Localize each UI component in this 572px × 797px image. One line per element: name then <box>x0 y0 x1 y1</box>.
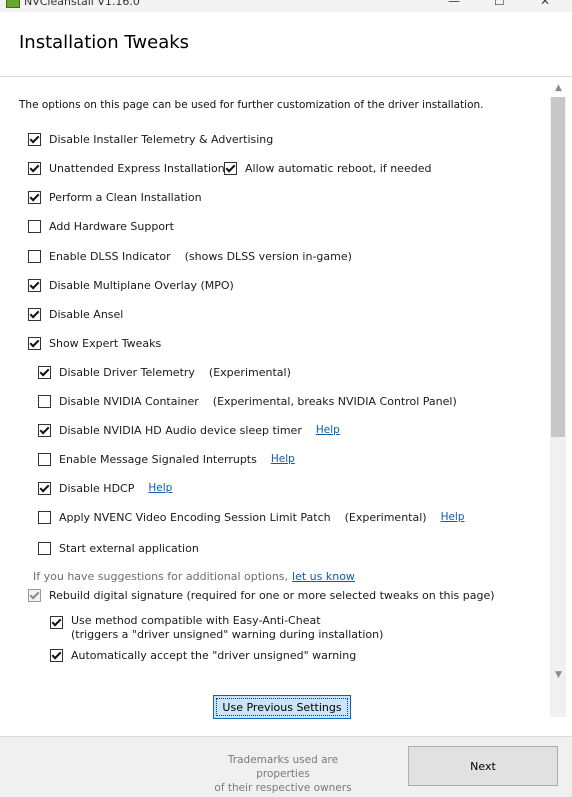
option-disable-mpo[interactable]: Disable Multiplane Overlay (MPO) <box>28 277 234 293</box>
option-label: Disable NVIDIA HD Audio device sleep tim… <box>59 423 302 437</box>
help-link[interactable]: Help <box>271 453 295 465</box>
checkbox[interactable] <box>28 219 41 233</box>
suggestion-line: If you have suggestions for additional o… <box>33 568 355 584</box>
trademark-notice: Trademarks used are properties of their … <box>200 753 366 795</box>
option-label: Allow automatic reboot, if needed <box>245 161 432 175</box>
use-previous-settings-button[interactable]: Use Previous Settings <box>213 695 351 719</box>
option-label-line2: (triggers a "driver unsigned" warning du… <box>71 628 384 641</box>
checkbox[interactable] <box>28 190 41 204</box>
page-header: Installation Tweaks <box>0 12 572 77</box>
option-label: Rebuild digital signature (required for … <box>49 588 495 602</box>
checkbox[interactable] <box>28 132 41 146</box>
option-label: Disable HDCP <box>59 481 135 495</box>
app-icon <box>6 0 20 8</box>
window-title: NVCleanstall V1.16.0 <box>24 0 140 8</box>
next-button[interactable]: Next <box>408 746 558 786</box>
option-rebuild-signature: Rebuild digital signature (required for … <box>28 587 495 603</box>
help-link[interactable]: Help <box>441 511 465 523</box>
checkbox[interactable] <box>38 541 51 555</box>
option-label: Disable Multiplane Overlay (MPO) <box>49 278 234 292</box>
option-note: (shows DLSS version in-game) <box>184 249 352 263</box>
trademark-line2: of their respective owners <box>214 782 352 794</box>
option-note: (Experimental) <box>344 510 427 524</box>
checkbox[interactable] <box>50 648 63 662</box>
option-label: Add Hardware Support <box>49 219 174 233</box>
option-hardware-support[interactable]: Add Hardware Support <box>28 218 174 234</box>
option-note: (Experimental, breaks NVIDIA Control Pan… <box>212 394 457 408</box>
help-link[interactable]: Help <box>316 424 340 436</box>
option-nvenc-patch[interactable]: Apply NVENC Video Encoding Session Limit… <box>38 509 465 525</box>
option-label: Unattended Express Installation <box>49 161 225 175</box>
window-titlebar: NVCleanstall V1.16.0 — ☐ ✕ <box>0 0 572 12</box>
scroll-track[interactable] <box>550 97 566 717</box>
footer-bar: Trademarks used are properties of their … <box>0 736 572 797</box>
trademark-line1: Trademarks used are properties <box>227 754 339 780</box>
checkbox[interactable] <box>38 423 51 437</box>
scroll-up-icon[interactable]: ▲ <box>555 83 562 93</box>
option-label: Disable Driver Telemetry <box>59 365 195 379</box>
option-label: Disable Installer Telemetry & Advertisin… <box>49 132 274 146</box>
checkbox[interactable] <box>224 161 237 175</box>
option-unattended-express[interactable]: Unattended Express Installation <box>28 160 225 176</box>
scroll-down-icon[interactable]: ▼ <box>555 670 562 680</box>
scroll-thumb[interactable] <box>551 97 565 437</box>
option-label: Use method compatible with Easy-Anti-Che… <box>71 614 383 642</box>
option-show-expert-tweaks[interactable]: Show Expert Tweaks <box>28 335 161 351</box>
option-label: Enable Message Signaled Interrupts <box>59 452 257 466</box>
option-message-signaled-interrupts[interactable]: Enable Message Signaled Interrupts Help <box>38 451 295 467</box>
option-disable-ansel[interactable]: Disable Ansel <box>28 306 123 322</box>
maximize-icon[interactable]: ☐ <box>494 0 505 8</box>
let-us-know-link[interactable]: let us know <box>292 570 355 583</box>
option-note: (Experimental) <box>208 365 291 379</box>
option-label: Apply NVENC Video Encoding Session Limit… <box>59 510 331 524</box>
option-easy-anti-cheat[interactable]: Use method compatible with Easy-Anti-Che… <box>50 614 383 644</box>
intro-text: The options on this page can be used for… <box>19 99 484 111</box>
suggestion-text: If you have suggestions for additional o… <box>33 569 289 583</box>
checkbox[interactable] <box>38 481 51 495</box>
checkbox[interactable] <box>28 278 41 292</box>
option-dlss-indicator[interactable]: Enable DLSS Indicator (shows DLSS versio… <box>28 248 352 264</box>
checkbox[interactable] <box>50 616 63 629</box>
option-label: Start external application <box>59 541 199 555</box>
help-link[interactable]: Help <box>148 482 172 494</box>
option-clean-installation[interactable]: Perform a Clean Installation <box>28 189 202 205</box>
checkbox[interactable] <box>38 452 51 466</box>
checkbox[interactable] <box>28 161 41 175</box>
page-title: Installation Tweaks <box>19 32 190 53</box>
minimize-icon[interactable]: — <box>448 0 460 8</box>
option-start-external-app[interactable]: Start external application <box>38 540 199 556</box>
checkbox[interactable] <box>38 365 51 379</box>
checkbox[interactable] <box>28 336 41 350</box>
checkbox[interactable] <box>28 307 41 321</box>
option-label: Perform a Clean Installation <box>49 190 202 204</box>
option-disable-installer-telemetry[interactable]: Disable Installer Telemetry & Advertisin… <box>28 131 273 147</box>
option-label: Disable Ansel <box>49 307 124 321</box>
option-label: Show Expert Tweaks <box>49 336 162 350</box>
checkbox[interactable] <box>38 510 51 524</box>
option-label: Automatically accept the "driver unsigne… <box>71 648 357 662</box>
close-icon[interactable]: ✕ <box>540 0 550 8</box>
option-accept-unsigned-warning[interactable]: Automatically accept the "driver unsigne… <box>50 647 356 663</box>
option-label-line1: Use method compatible with Easy-Anti-Che… <box>71 614 321 627</box>
checkbox[interactable] <box>28 249 41 263</box>
option-label: Disable NVIDIA Container <box>59 394 199 408</box>
option-disable-driver-telemetry[interactable]: Disable Driver Telemetry (Experimental) <box>38 364 291 380</box>
option-disable-nvidia-container[interactable]: Disable NVIDIA Container (Experimental, … <box>38 393 457 409</box>
option-label: Enable DLSS Indicator <box>49 249 171 263</box>
option-hd-audio-sleep-timer[interactable]: Disable NVIDIA HD Audio device sleep tim… <box>38 422 340 438</box>
vertical-scrollbar[interactable]: ▲ ▼ <box>550 77 572 736</box>
option-disable-hdcp[interactable]: Disable HDCP Help <box>38 480 172 496</box>
checkbox[interactable] <box>38 394 51 408</box>
options-panel: The options on this page can be used for… <box>0 77 550 736</box>
option-allow-reboot[interactable]: Allow automatic reboot, if needed <box>224 160 431 176</box>
checkbox <box>28 588 41 602</box>
